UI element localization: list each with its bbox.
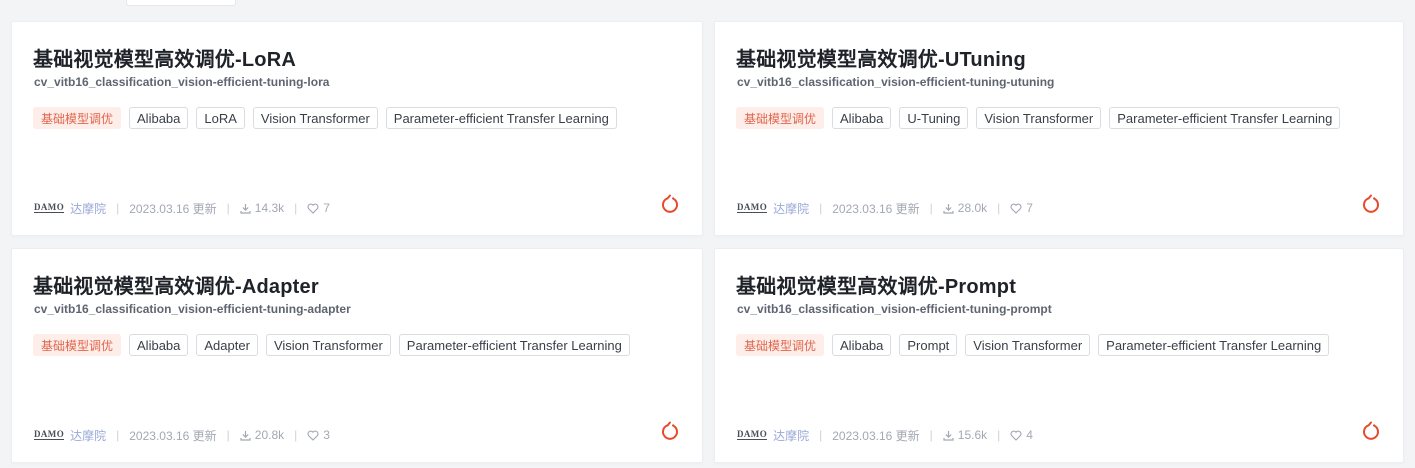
damo-logo: DAMO xyxy=(34,202,65,213)
tag-category[interactable]: 基础模型调优 xyxy=(736,334,825,356)
download-count: 28.0k xyxy=(957,201,988,215)
model-card[interactable]: 基础视觉模型高效调优-Adapter cv_vitb16_classificat… xyxy=(11,248,703,463)
download-count: 14.3k xyxy=(254,201,285,215)
card-meta: DAMO 达摩院 | 2023.03.16 更新 | 15.6k | 4 xyxy=(737,427,1033,443)
pytorch-icon xyxy=(1363,421,1379,440)
top-control-edge[interactable] xyxy=(126,0,236,6)
tag-category[interactable]: 基础模型调优 xyxy=(33,107,122,129)
damo-logo: DAMO xyxy=(737,429,768,440)
tag-topic[interactable]: Parameter-efficient Transfer Learning xyxy=(1109,107,1341,129)
model-slug: cv_vitb16_classification_vision-efficien… xyxy=(737,75,1055,89)
model-slug: cv_vitb16_classification_vision-efficien… xyxy=(34,302,351,316)
tag-architecture[interactable]: Vision Transformer xyxy=(265,334,391,356)
pytorch-icon xyxy=(662,194,678,213)
tag-architecture[interactable]: Vision Transformer xyxy=(976,107,1102,129)
model-title[interactable]: 基础视觉模型高效调优-UTuning xyxy=(736,43,1026,72)
tag-org[interactable]: Alibaba xyxy=(129,107,189,129)
org-name[interactable]: 达摩院 xyxy=(70,427,106,444)
like-count: 7 xyxy=(323,201,330,215)
download-icon xyxy=(943,203,954,214)
tag-category[interactable]: 基础模型调优 xyxy=(736,107,825,129)
tag-org[interactable]: Alibaba xyxy=(832,107,892,129)
tag-list: 基础模型调优 Alibaba LoRA Vision Transformer P… xyxy=(33,107,617,129)
heart-icon[interactable] xyxy=(307,430,319,441)
org-name[interactable]: 达摩院 xyxy=(70,200,106,217)
tag-architecture[interactable]: Vision Transformer xyxy=(965,334,1091,356)
damo-logo: DAMO xyxy=(34,429,65,440)
tag-org[interactable]: Alibaba xyxy=(129,334,189,356)
org-name[interactable]: 达摩院 xyxy=(773,200,809,217)
heart-icon[interactable] xyxy=(307,203,319,214)
divider: | xyxy=(819,201,823,215)
model-slug: cv_vitb16_classification_vision-efficien… xyxy=(737,302,1052,316)
divider: | xyxy=(929,201,933,215)
card-meta: DAMO 达摩院 | 2023.03.16 更新 | 14.3k | 7 xyxy=(34,200,330,216)
download-count: 20.8k xyxy=(254,428,285,442)
like-count: 3 xyxy=(323,428,330,442)
tag-architecture[interactable]: Vision Transformer xyxy=(252,107,378,129)
tag-method[interactable]: Adapter xyxy=(196,334,258,356)
tag-method[interactable]: U-Tuning xyxy=(899,107,969,129)
download-icon xyxy=(240,430,251,441)
tag-topic[interactable]: Parameter-efficient Transfer Learning xyxy=(398,334,630,356)
like-count: 4 xyxy=(1026,428,1033,442)
pytorch-icon xyxy=(1363,194,1379,213)
heart-icon[interactable] xyxy=(1010,430,1022,441)
tag-topic[interactable]: Parameter-efficient Transfer Learning xyxy=(385,107,617,129)
divider: | xyxy=(294,428,298,442)
update-date: 2023.03.16 更新 xyxy=(832,428,920,443)
model-title[interactable]: 基础视觉模型高效调优-Prompt xyxy=(736,270,1016,299)
card-meta: DAMO 达摩院 | 2023.03.16 更新 | 28.0k | 7 xyxy=(737,200,1033,216)
divider: | xyxy=(294,201,298,215)
tag-method[interactable]: LoRA xyxy=(196,107,245,129)
like-count: 7 xyxy=(1026,201,1033,215)
heart-icon[interactable] xyxy=(1010,203,1022,214)
download-icon xyxy=(943,430,954,441)
tag-org[interactable]: Alibaba xyxy=(832,334,892,356)
tag-list: 基础模型调优 Alibaba U-Tuning Vision Transform… xyxy=(736,107,1341,129)
model-title[interactable]: 基础视觉模型高效调优-LoRA xyxy=(33,43,296,72)
update-date: 2023.03.16 更新 xyxy=(129,428,217,443)
download-icon xyxy=(240,203,251,214)
divider: | xyxy=(116,201,120,215)
tag-list: 基础模型调优 Alibaba Adapter Vision Transforme… xyxy=(33,334,630,356)
model-card[interactable]: 基础视觉模型高效调优-UTuning cv_vitb16_classificat… xyxy=(714,21,1404,236)
model-card[interactable]: 基础视觉模型高效调优-LoRA cv_vitb16_classification… xyxy=(11,21,703,236)
divider: | xyxy=(997,201,1001,215)
divider: | xyxy=(819,428,823,442)
divider: | xyxy=(226,201,230,215)
divider: | xyxy=(116,428,120,442)
update-date: 2023.03.16 更新 xyxy=(832,201,920,216)
update-date: 2023.03.16 更新 xyxy=(129,201,217,216)
tag-list: 基础模型调优 Alibaba Prompt Vision Transformer… xyxy=(736,334,1330,356)
damo-logo: DAMO xyxy=(737,202,768,213)
divider: | xyxy=(929,428,933,442)
pytorch-icon xyxy=(662,421,678,440)
org-name[interactable]: 达摩院 xyxy=(773,427,809,444)
divider: | xyxy=(226,428,230,442)
card-meta: DAMO 达摩院 | 2023.03.16 更新 | 20.8k | 3 xyxy=(34,427,330,443)
model-card[interactable]: 基础视觉模型高效调优-Prompt cv_vitb16_classificati… xyxy=(714,248,1404,463)
divider: | xyxy=(997,428,1001,442)
tag-topic[interactable]: Parameter-efficient Transfer Learning xyxy=(1098,334,1330,356)
download-count: 15.6k xyxy=(957,428,988,442)
tag-category[interactable]: 基础模型调优 xyxy=(33,334,122,356)
tag-method[interactable]: Prompt xyxy=(899,334,958,356)
model-title[interactable]: 基础视觉模型高效调优-Adapter xyxy=(33,270,319,299)
model-slug: cv_vitb16_classification_vision-efficien… xyxy=(34,75,330,89)
